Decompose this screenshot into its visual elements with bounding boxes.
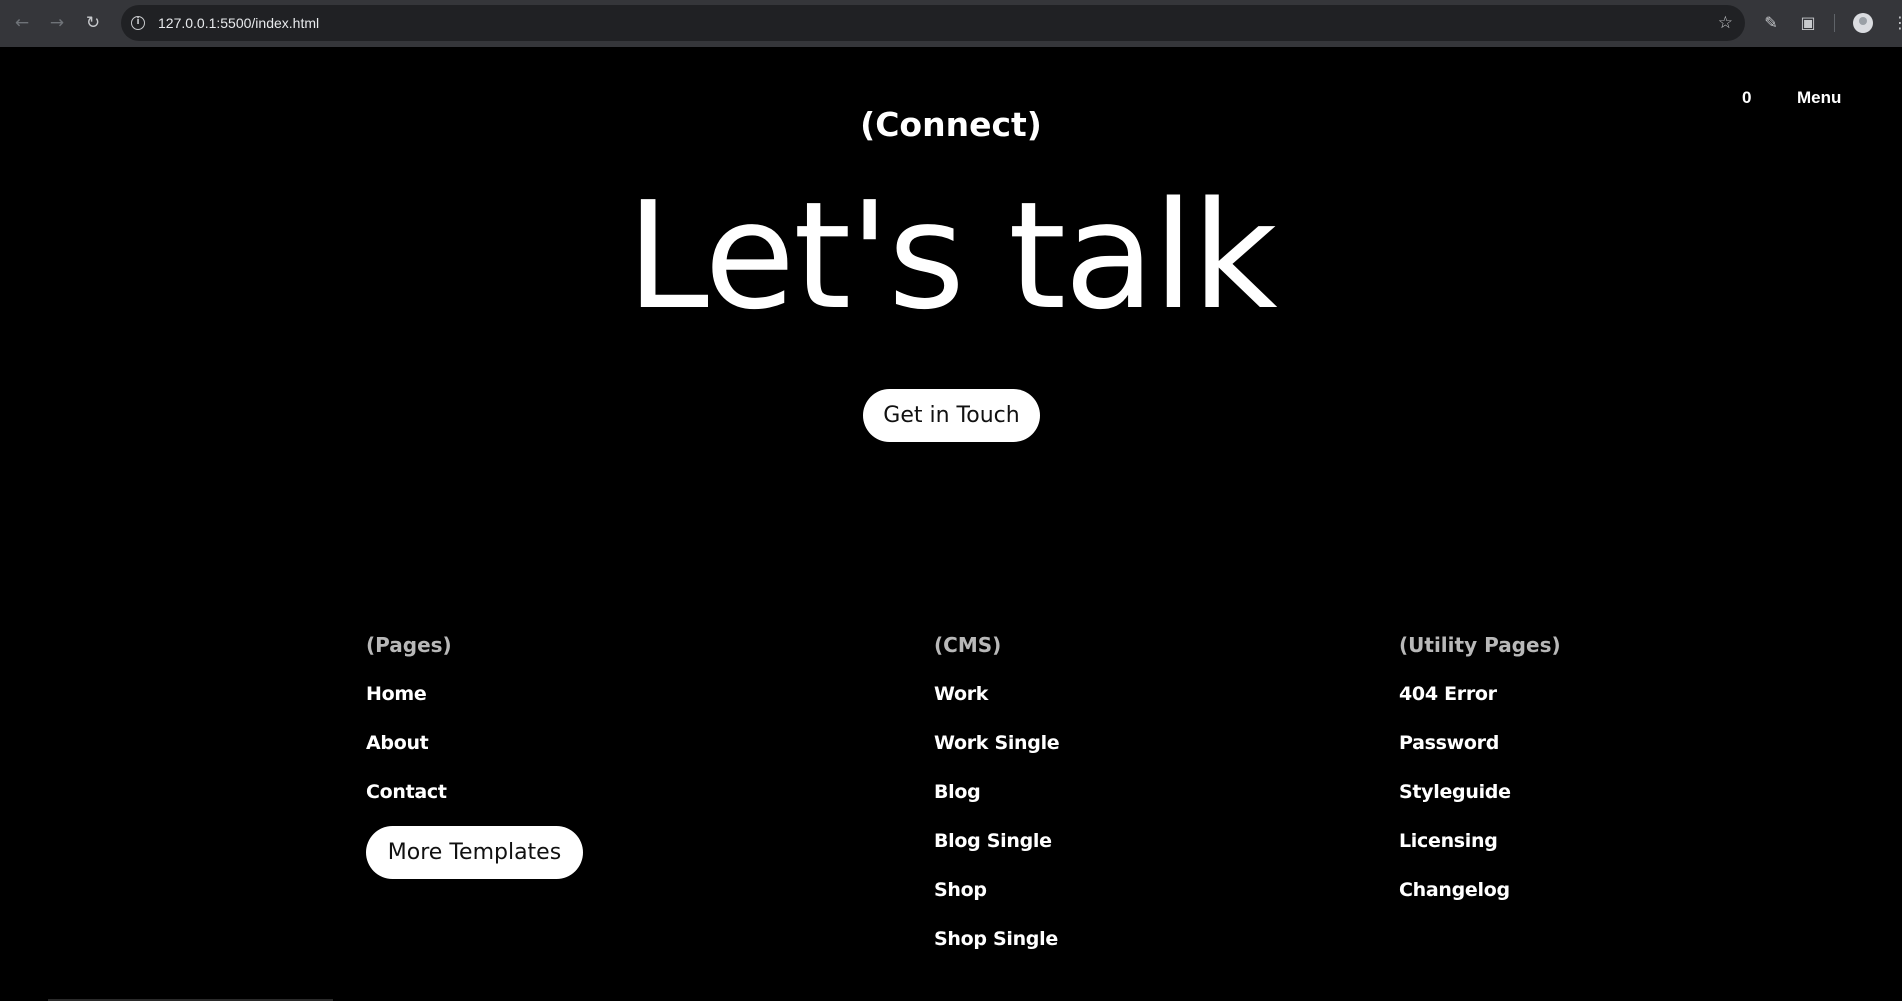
footer-column-pages: (Pages) Home About Contact — [366, 630, 452, 826]
section-eyebrow: (Connect) — [860, 105, 1042, 144]
toolbar-divider — [1834, 14, 1835, 32]
browser-toolbar: ← → ↻ i 127.0.0.1:5500/index.html ☆ ✎ ▣ … — [0, 0, 1902, 47]
footer-heading-pages: (Pages) — [366, 633, 452, 657]
footer-link-shop-single[interactable]: Shop Single — [934, 924, 1059, 973]
page: 0 Menu (Connect) Let's talk Get in Touch… — [0, 47, 1902, 1001]
avatar[interactable] — [1853, 13, 1873, 33]
footer-link-styleguide[interactable]: Styleguide — [1399, 777, 1561, 826]
star-icon[interactable]: ☆ — [1718, 12, 1733, 34]
footer-link-changelog[interactable]: Changelog — [1399, 875, 1561, 924]
forward-arrow-icon[interactable]: → — [46, 12, 68, 34]
reload-icon[interactable]: ↻ — [82, 12, 104, 34]
footer-link-password[interactable]: Password — [1399, 728, 1561, 777]
footer-link-contact[interactable]: Contact — [366, 777, 452, 826]
puzzle-icon[interactable]: ▣ — [1797, 12, 1819, 34]
footer-link-home[interactable]: Home — [366, 679, 452, 728]
url-text[interactable]: 127.0.0.1:5500/index.html — [158, 5, 319, 41]
footer-link-work-single[interactable]: Work Single — [934, 728, 1060, 777]
footer-link-blog-single[interactable]: Blog Single — [934, 826, 1059, 875]
address-bar[interactable]: i 127.0.0.1:5500/index.html ☆ — [121, 5, 1745, 41]
kebab-icon[interactable]: ⋮ — [1892, 12, 1902, 34]
page-title: Let's talk — [626, 170, 1277, 342]
footer-link-shop[interactable]: Shop — [934, 875, 1059, 924]
footer-column-utility: (Utility Pages) 404 Error Password Style… — [1399, 630, 1561, 924]
info-icon[interactable]: i — [131, 16, 145, 30]
footer-link-work[interactable]: Work — [934, 679, 1059, 728]
footer-link-blog[interactable]: Blog — [934, 777, 1059, 826]
more-templates-button[interactable]: More Templates — [366, 826, 583, 879]
footer-column-cms: (CMS) Work Work Single Blog Blog Single … — [934, 630, 1060, 973]
footer-link-licensing[interactable]: Licensing — [1399, 826, 1561, 875]
footer-heading-cms: (CMS) — [934, 633, 1002, 657]
footer-heading-utility: (Utility Pages) — [1399, 633, 1561, 657]
pen-icon[interactable]: ✎ — [1760, 12, 1782, 34]
back-arrow-icon[interactable]: ← — [11, 12, 33, 34]
get-in-touch-button[interactable]: Get in Touch — [863, 389, 1040, 442]
footer-link-404[interactable]: 404 Error — [1399, 679, 1561, 728]
footer-link-about[interactable]: About — [366, 728, 452, 777]
